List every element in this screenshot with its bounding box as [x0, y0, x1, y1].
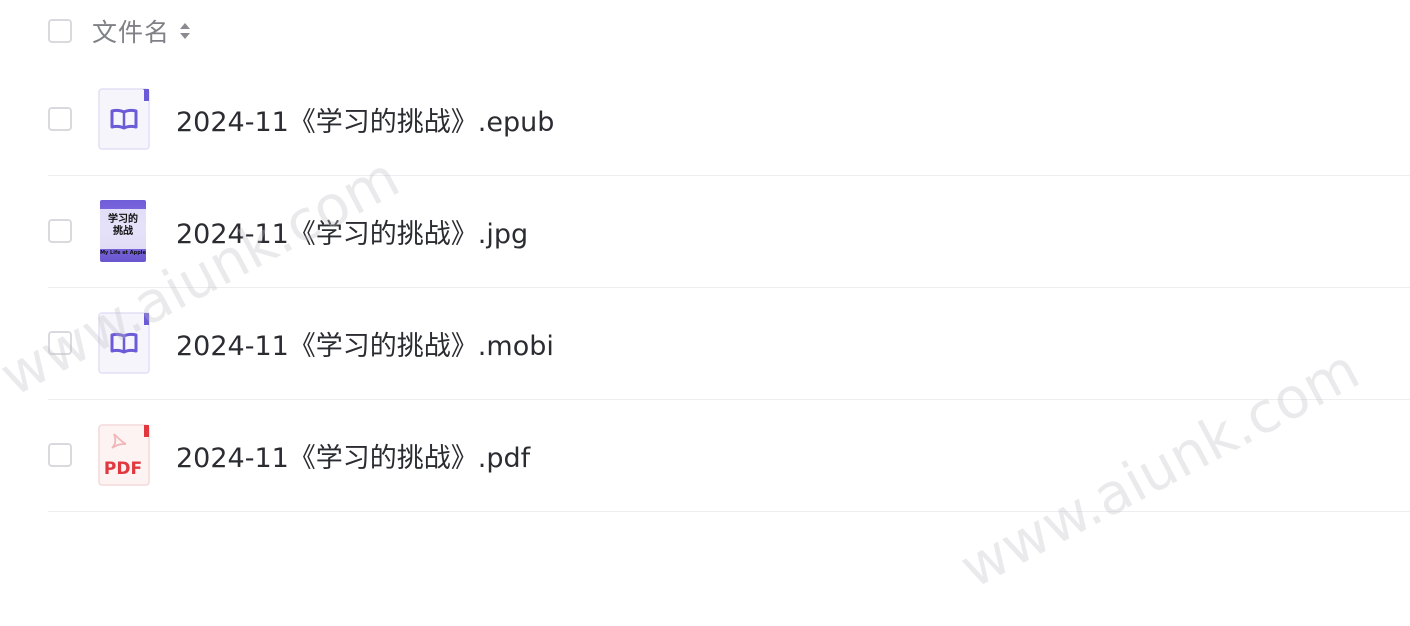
name-column-header[interactable]: 文件名 [92, 13, 170, 49]
ebook-icon [98, 312, 150, 374]
row-checkbox[interactable] [48, 219, 72, 243]
row-checkbox[interactable] [48, 107, 72, 131]
file-list-header: 文件名 [48, 12, 1410, 50]
file-name[interactable]: 2024-11《学习的挑战》.pdf [176, 436, 530, 475]
select-all-checkbox[interactable] [48, 19, 72, 43]
ebook-icon [98, 88, 150, 150]
file-row[interactable]: 2024-11《学习的挑战》.epub [48, 63, 1410, 176]
file-row[interactable]: 2024-11《学习的挑战》.mobi [48, 287, 1410, 400]
file-row[interactable]: PDF 2024-11《学习的挑战》.pdf [48, 399, 1410, 512]
file-row[interactable]: 学习的 挑战 My Life at Apple 2024-11《学习的挑战》.j… [48, 175, 1410, 288]
book-cover-image: 学习的 挑战 My Life at Apple [100, 200, 146, 262]
cover-title: 学习的 挑战 [108, 214, 138, 237]
row-checkbox[interactable] [48, 443, 72, 467]
sort-icon[interactable] [178, 18, 192, 44]
pdf-icon: PDF [98, 424, 150, 486]
image-thumbnail: 学习的 挑战 My Life at Apple [98, 200, 150, 262]
pdf-label: PDF [104, 459, 142, 479]
row-checkbox[interactable] [48, 331, 72, 355]
cover-subtitle: My Life at Apple [100, 250, 146, 256]
file-name[interactable]: 2024-11《学习的挑战》.jpg [176, 212, 528, 251]
file-name[interactable]: 2024-11《学习的挑战》.mobi [176, 324, 554, 363]
file-name[interactable]: 2024-11《学习的挑战》.epub [176, 100, 554, 139]
